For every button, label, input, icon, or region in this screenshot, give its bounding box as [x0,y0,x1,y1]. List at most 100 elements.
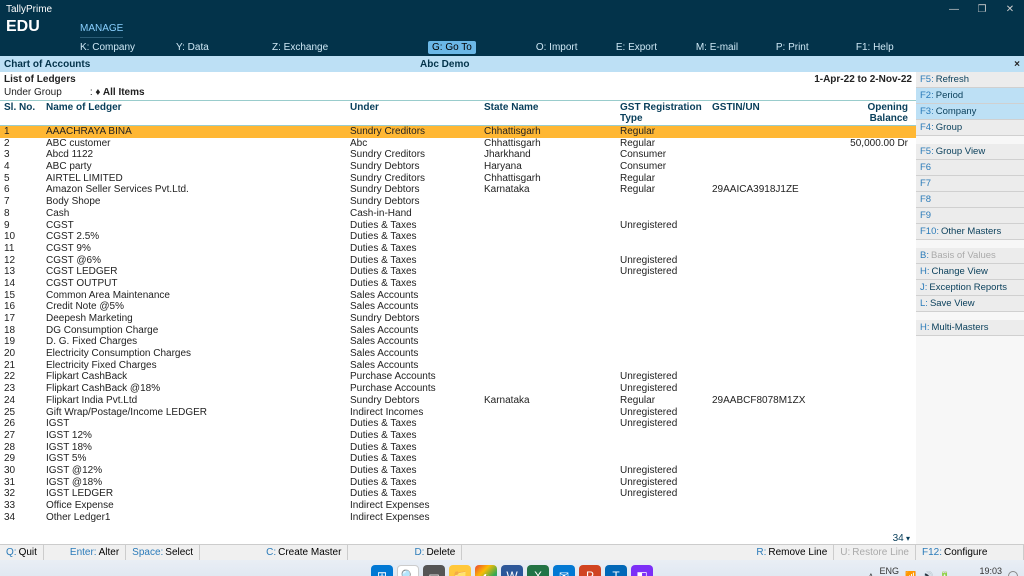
ledger-list-pane: List of Ledgers Under Group : ♦ All Item… [0,72,916,544]
wifi-icon[interactable]: 📶 [905,571,916,576]
col-under: Under [350,102,484,124]
notification-icon[interactable] [1008,571,1018,576]
side-action: F9 [916,208,1024,224]
tray-chevron-icon[interactable]: ˄ [868,571,873,576]
menu-export[interactable]: E: Export [616,42,696,53]
windows-taskbar[interactable]: ⊞ 🔍 ▭ 📁 ◐ W X ✉ P T ◧ ˄ ENGUS 📶 🔊 🔋 19:0… [0,560,1024,576]
btn-delete[interactable]: D:Delete [408,545,462,560]
tray-time[interactable]: 19:03 [979,566,1002,576]
ledger-row[interactable]: 31IGST @18%Duties & TaxesUnregistered [0,477,916,489]
ledger-row[interactable]: 23Flipkart CashBack @18%Purchase Account… [0,383,916,395]
ledger-row[interactable]: 17Deepesh MarketingSundry Debtors [0,313,916,325]
context-ribbon: Chart of Accounts Abc Demo × [0,56,1024,72]
ribbon-close-icon[interactable]: × [1010,59,1024,70]
ledger-row[interactable]: 11CGST 9%Duties & Taxes [0,243,916,255]
ledger-rows[interactable]: 1AAACHRAYA BINASundry CreditorsChhattisg… [0,126,916,533]
outlook-icon[interactable]: ✉ [553,565,575,576]
ledger-row[interactable]: 2ABC customerAbcChhattisgarhRegular50,00… [0,138,916,150]
side-action[interactable]: F10:Other Masters [916,224,1024,240]
top-menubar: K: Company Y: Data Z: Exchange G: Go To … [0,38,1024,56]
btn-select[interactable]: Space:Select [126,545,200,560]
close-icon[interactable]: ✕ [996,0,1024,18]
menu-exchange[interactable]: Z: Exchange [272,42,368,53]
ledger-row[interactable]: 15Common Area MaintenanceSales Accounts [0,290,916,302]
system-tray[interactable]: ˄ ENGUS 📶 🔊 🔋 19:0302-11-2022 [868,566,1018,576]
maximize-icon[interactable]: ❐ [968,0,996,18]
side-action[interactable]: H:Change View [916,264,1024,280]
ledger-row[interactable]: 16Credit Note @5%Sales Accounts [0,301,916,313]
tray-lang[interactable]: ENG [879,566,899,576]
volume-icon[interactable]: 🔊 [922,571,933,576]
menu-data[interactable]: Y: Data [176,42,272,53]
taskbar-apps[interactable]: ⊞ 🔍 ▭ 📁 ◐ W X ✉ P T ◧ [371,565,653,576]
side-action[interactable]: F3:Company [916,104,1024,120]
btn-remove-line[interactable]: R:Remove Line [750,545,834,560]
btn-restore-line: U:Restore Line [834,545,916,560]
ledger-row[interactable]: 27IGST 12%Duties & Taxes [0,430,916,442]
menu-help[interactable]: F1: Help [856,42,916,53]
ledger-row[interactable]: 4ABC partySundry DebtorsHaryanaConsumer [0,161,916,173]
ledger-row[interactable]: 22Flipkart CashBackPurchase AccountsUnre… [0,371,916,383]
ledger-row[interactable]: 7Body ShopeSundry Debtors [0,196,916,208]
ledger-row[interactable]: 14CGST OUTPUTDuties & Taxes [0,278,916,290]
ledger-row[interactable]: 3Abcd 1122Sundry CreditorsJharkhandConsu… [0,149,916,161]
side-action[interactable]: H:Multi-Masters [916,320,1024,336]
btn-alter[interactable]: Enter:Alter [64,545,126,560]
ppt-icon[interactable]: P [579,565,601,576]
ledger-row[interactable]: 33Office ExpenseIndirect Expenses [0,500,916,512]
ledger-row[interactable]: 30IGST @12%Duties & TaxesUnregistered [0,465,916,477]
ledger-row[interactable]: 5AIRTEL LIMITEDSundry CreditorsChhattisg… [0,173,916,185]
ledger-row[interactable]: 9CGSTDuties & TaxesUnregistered [0,220,916,232]
explorer-icon[interactable]: 📁 [449,565,471,576]
btn-configure[interactable]: F12:Configure [916,545,1024,560]
menu-import[interactable]: O: Import [536,42,616,53]
battery-icon[interactable]: 🔋 [939,571,950,576]
search-icon[interactable]: 🔍 [397,565,419,576]
chrome-icon[interactable]: ◐ [475,565,497,576]
side-action: B:Basis of Values [916,248,1024,264]
ledger-row[interactable]: 21Electricity Fixed ChargesSales Account… [0,360,916,372]
bottom-shortcut-bar: Q:Quit Enter:Alter Space:Select C:Create… [0,544,1024,560]
product-name: TallyPrime [0,4,940,15]
menu-company[interactable]: K: Company [80,42,176,53]
taskview-icon[interactable]: ▭ [423,565,445,576]
menu-print[interactable]: P: Print [776,42,856,53]
ledger-row[interactable]: 32IGST LEDGERDuties & TaxesUnregistered [0,488,916,500]
ledger-row[interactable]: 1AAACHRAYA BINASundry CreditorsChhattisg… [0,126,916,138]
ledger-row[interactable]: 34Other Ledger1Indirect Expenses [0,512,916,524]
excel-icon[interactable]: X [527,565,549,576]
ledger-row[interactable]: 10CGST 2.5%Duties & Taxes [0,231,916,243]
ledger-row[interactable]: 20Electricity Consumption ChargesSales A… [0,348,916,360]
ledger-row[interactable]: 6Amazon Seller Services Pvt.Ltd.Sundry D… [0,184,916,196]
manage-tab[interactable]: MANAGE [80,23,123,38]
ledger-row[interactable]: 19D. G. Fixed ChargesSales Accounts [0,336,916,348]
col-state: State Name [484,102,620,124]
col-name: Name of Ledger [46,102,350,124]
ledger-row[interactable]: 25Gift Wrap/Postage/Income LEDGERIndirec… [0,407,916,419]
side-action[interactable]: F4:Group [916,120,1024,136]
edition-label: EDU [0,18,80,38]
ledger-row[interactable]: 12CGST @6%Duties & TaxesUnregistered [0,255,916,267]
menu-email[interactable]: M: E-mail [696,42,776,53]
tally-icon[interactable]: T [605,565,627,576]
start-icon[interactable]: ⊞ [371,565,393,576]
side-action[interactable]: F2:Period [916,88,1024,104]
btn-quit[interactable]: Q:Quit [0,545,44,560]
ledger-row[interactable]: 13CGST LEDGERDuties & TaxesUnregistered [0,266,916,278]
minimize-icon[interactable]: — [940,0,968,18]
side-action[interactable]: L:Save View [916,296,1024,312]
side-action[interactable]: F5:Refresh [916,72,1024,88]
side-action[interactable]: F5:Group View [916,144,1024,160]
ledger-row[interactable]: 28IGST 18%Duties & Taxes [0,442,916,454]
ledger-row[interactable]: 29IGST 5%Duties & Taxes [0,453,916,465]
ledger-row[interactable]: 18DG Consumption ChargeSales Accounts [0,325,916,337]
btn-create[interactable]: C:Create Master [260,545,348,560]
word-icon[interactable]: W [501,565,523,576]
ledger-row[interactable]: 24Flipkart India Pvt.LtdSundry DebtorsKa… [0,395,916,407]
side-action[interactable]: J:Exception Reports [916,280,1024,296]
menu-goto[interactable]: G: Go To [428,41,476,54]
ledger-row[interactable]: 8CashCash-in-Hand [0,208,916,220]
ledger-row[interactable]: 26IGSTDuties & TaxesUnregistered [0,418,916,430]
side-action-panel: F5:RefreshF2:PeriodF3:CompanyF4:Group F5:… [916,72,1024,544]
app-icon[interactable]: ◧ [631,565,653,576]
